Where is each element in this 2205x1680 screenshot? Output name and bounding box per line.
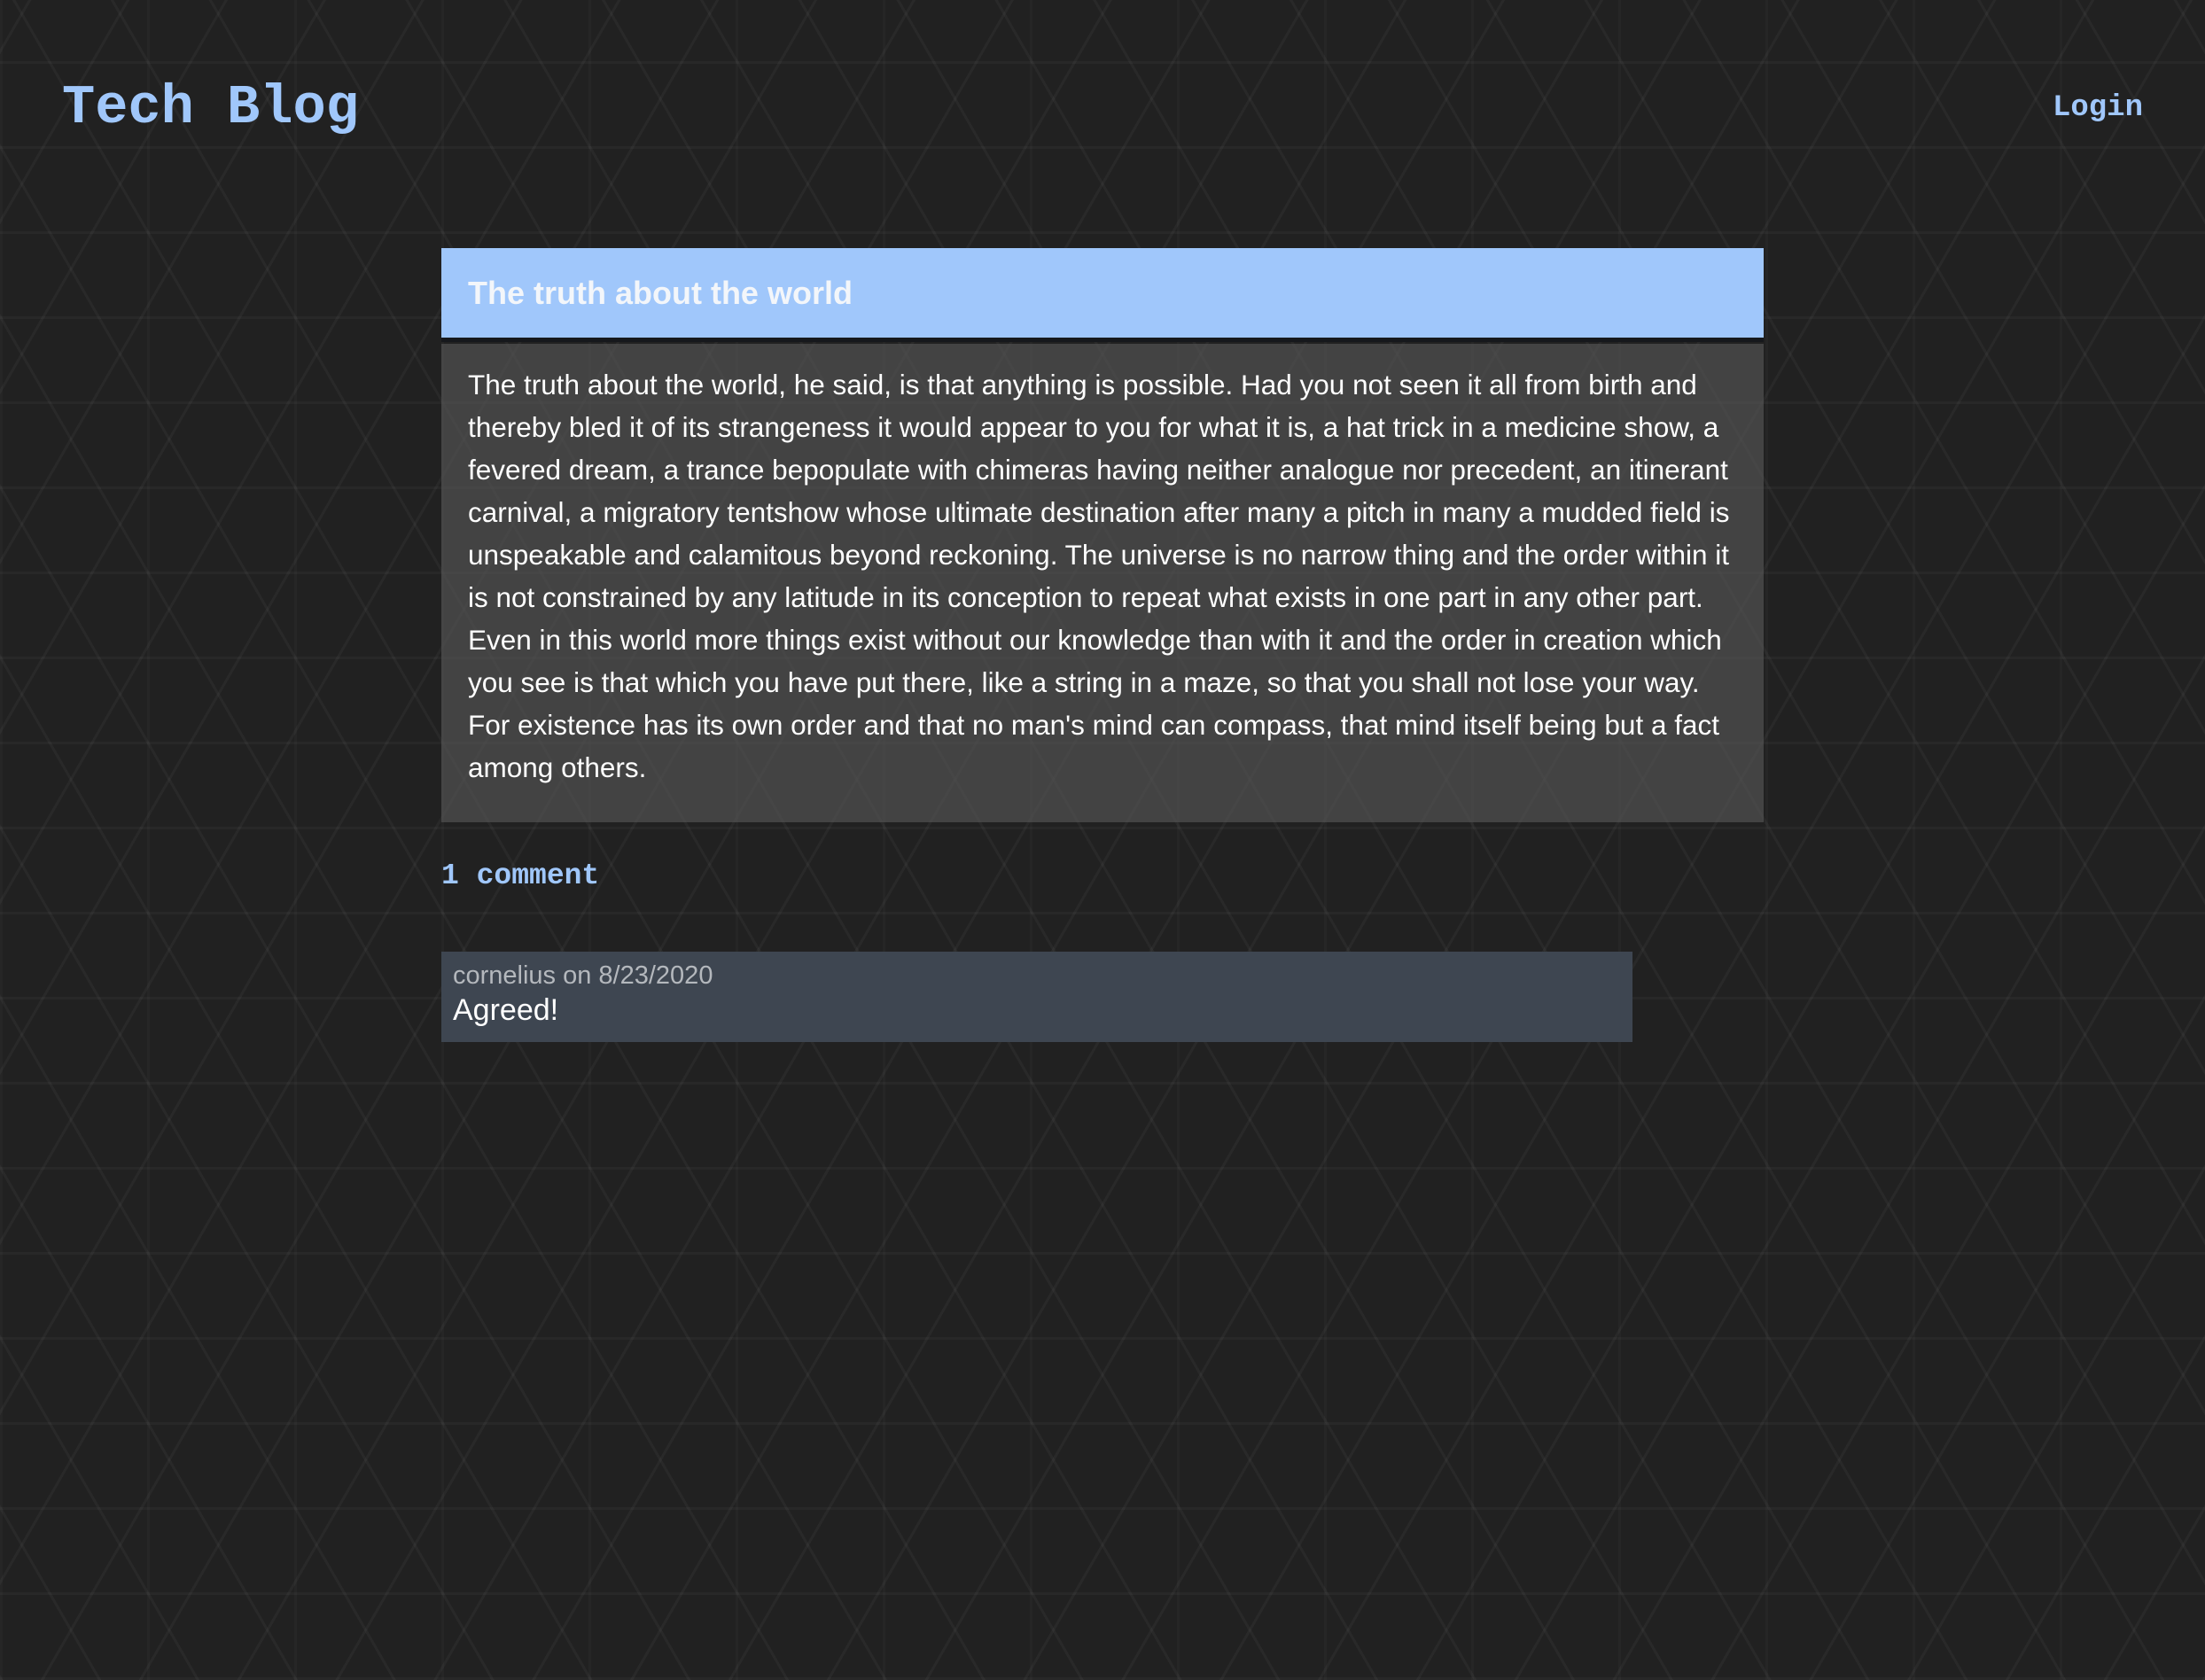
comment-count: 1 comment <box>441 859 600 892</box>
site-title[interactable]: Tech Blog <box>62 73 359 144</box>
comment-text: Agreed! <box>453 993 559 1027</box>
post-header: The truth about the world <box>441 248 1764 342</box>
post-body: The truth about the world, he said, is t… <box>441 344 1764 822</box>
site-header: Tech Blog Login <box>0 0 2205 177</box>
login-link[interactable]: Login <box>2053 90 2143 126</box>
comment-item: cornelius on 8/23/2020 Agreed! <box>441 952 1632 1042</box>
blog-post: The truth about the world The truth abou… <box>441 248 1764 822</box>
post-title: The truth about the world <box>468 274 853 311</box>
comment-meta: cornelius on 8/23/2020 <box>453 961 713 990</box>
